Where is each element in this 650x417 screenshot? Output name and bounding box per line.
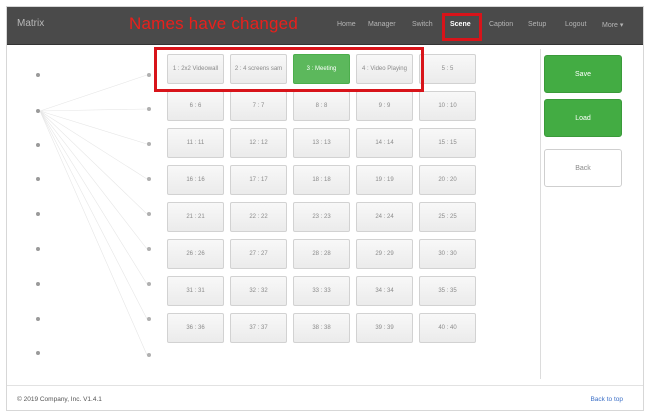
scene-button[interactable]: 28 : 28 — [293, 239, 350, 269]
scene-button[interactable]: 31 : 31 — [167, 276, 224, 306]
output-dot — [36, 317, 40, 321]
scene-button[interactable]: 23 : 23 — [293, 202, 350, 232]
back-button[interactable]: Back — [544, 149, 622, 187]
scene-dot — [147, 247, 151, 251]
scene-button[interactable]: 12 : 12 — [230, 128, 287, 158]
connection-line — [39, 110, 148, 320]
connection-line — [39, 74, 148, 112]
scene-button[interactable]: 11 : 11 — [167, 128, 224, 158]
scene-button[interactable]: 14 : 14 — [356, 128, 413, 158]
output-dot — [36, 143, 40, 147]
scene-button[interactable]: 17 : 17 — [230, 165, 287, 195]
connection-line — [39, 110, 148, 215]
output-dot — [36, 247, 40, 251]
scene-button[interactable]: 38 : 38 — [293, 313, 350, 343]
scene-button[interactable]: 13 : 13 — [293, 128, 350, 158]
connection-line — [39, 108, 148, 112]
scene-button[interactable]: 27 : 27 — [230, 239, 287, 269]
scene-dot — [147, 282, 151, 286]
load-button[interactable]: Load — [544, 99, 622, 137]
scene-button[interactable]: 39 : 39 — [356, 313, 413, 343]
scene-button[interactable]: 34 : 34 — [356, 276, 413, 306]
scene-button[interactable]: 37 : 37 — [230, 313, 287, 343]
output-dot — [36, 351, 40, 355]
scene-button[interactable]: 10 : 10 — [419, 91, 476, 121]
scene-button[interactable]: 15 : 15 — [419, 128, 476, 158]
output-dot — [36, 212, 40, 216]
scene-button[interactable]: 5 : 5 — [419, 54, 476, 84]
scene-button[interactable]: 19 : 19 — [356, 165, 413, 195]
scene-dot — [147, 107, 151, 111]
scene-button[interactable]: 29 : 29 — [356, 239, 413, 269]
scene-dot — [147, 142, 151, 146]
scene-button[interactable]: 20 : 20 — [419, 165, 476, 195]
scene-button[interactable]: 33 : 33 — [293, 276, 350, 306]
scene-button[interactable]: 22 : 22 — [230, 202, 287, 232]
save-button[interactable]: Save — [544, 55, 622, 93]
connection-line — [39, 110, 148, 285]
connection-line — [39, 110, 148, 145]
scene-button[interactable]: 26 : 26 — [167, 239, 224, 269]
column-divider — [540, 49, 541, 379]
copyright-text: © 2019 Company, Inc. V1.4.1 — [17, 396, 102, 403]
scene-button[interactable]: 30 : 30 — [419, 239, 476, 269]
scene-button[interactable]: 25 : 25 — [419, 202, 476, 232]
annotation-highlight-row — [154, 47, 424, 92]
scene-button[interactable]: 6 : 6 — [167, 91, 224, 121]
scene-dot — [147, 212, 151, 216]
scene-dot — [147, 177, 151, 181]
scene-button[interactable]: 40 : 40 — [419, 313, 476, 343]
scene-button[interactable]: 32 : 32 — [230, 276, 287, 306]
output-dot — [36, 177, 40, 181]
scene-button[interactable]: 36 : 36 — [167, 313, 224, 343]
scene-dot — [147, 353, 151, 357]
connection-line — [39, 110, 148, 250]
page: Matrix Home Manager Switch Scene Caption… — [6, 6, 644, 411]
connection-line — [39, 110, 148, 180]
output-dot — [36, 73, 40, 77]
scene-button[interactable]: 21 : 21 — [167, 202, 224, 232]
scene-dot — [147, 73, 151, 77]
output-dot — [36, 109, 40, 113]
scene-dot — [147, 317, 151, 321]
scene-button[interactable]: 9 : 9 — [356, 91, 413, 121]
scene-button[interactable]: 35 : 35 — [419, 276, 476, 306]
scene-button[interactable]: 18 : 18 — [293, 165, 350, 195]
connection-line — [39, 110, 148, 356]
scene-button[interactable]: 24 : 24 — [356, 202, 413, 232]
footer-divider — [7, 385, 643, 386]
scene-button[interactable]: 16 : 16 — [167, 165, 224, 195]
back-to-top-link[interactable]: Back to top — [590, 396, 623, 403]
scene-button[interactable]: 7 : 7 — [230, 91, 287, 121]
scene-button[interactable]: 8 : 8 — [293, 91, 350, 121]
output-dot — [36, 282, 40, 286]
